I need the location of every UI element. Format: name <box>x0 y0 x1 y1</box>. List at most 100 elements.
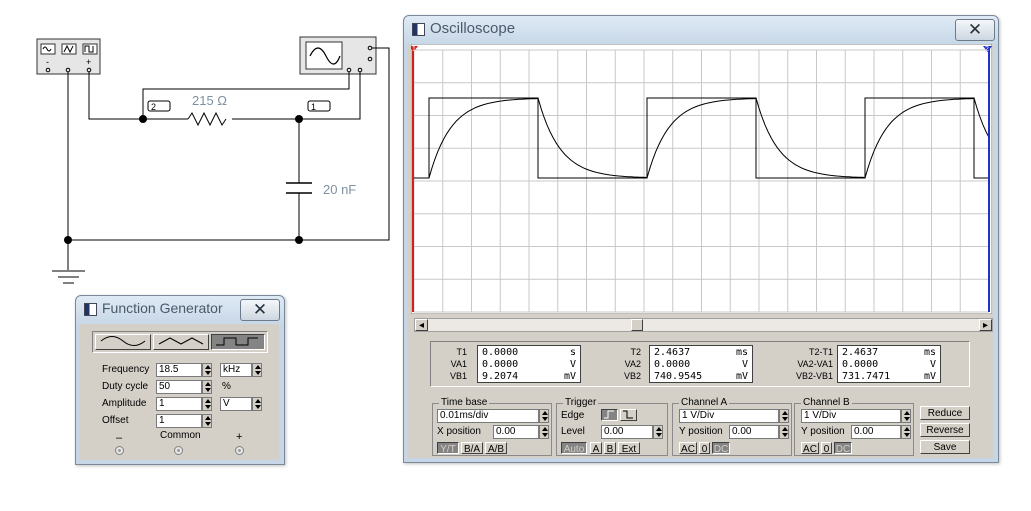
resistor-label: 215 Ω <box>192 93 227 108</box>
channel-a-group: Channel A 1 V/Div Y position 0.00 AC 0 D… <box>672 397 792 456</box>
trigger-group: Trigger Edge Level 0.00 Auto A B Ext <box>556 397 668 456</box>
function-generator-symbol[interactable]: - + <box>36 38 101 75</box>
terminal-minus[interactable] <box>115 446 124 455</box>
channel-a-ac-button[interactable]: AC <box>679 442 697 455</box>
close-icon: ✕ <box>967 20 983 39</box>
channel-a-title: Channel A <box>679 397 730 408</box>
function-generator-title: Function Generator <box>102 300 223 316</box>
channel-b-ypos-spinner[interactable] <box>901 425 911 439</box>
frequency-unit-field[interactable]: kHz <box>220 363 252 377</box>
node-1-label: 1 <box>311 102 316 112</box>
channel-a-scale-spinner[interactable] <box>779 409 789 423</box>
channel-a-scale-field[interactable]: 1 V/Div <box>679 409 779 423</box>
channel-a-dc-button[interactable]: DC <box>712 442 730 455</box>
amplitude-field[interactable]: 1 <box>156 397 202 411</box>
junction-dots <box>64 115 303 244</box>
terminal-plus-label: + <box>236 431 243 443</box>
close-button[interactable]: ✕ <box>240 299 280 321</box>
scroll-left-button[interactable]: ◂ <box>415 319 428 331</box>
duty-cycle-unit: % <box>222 381 231 392</box>
xposition-spinner[interactable] <box>539 425 549 439</box>
save-button[interactable]: Save <box>920 440 970 454</box>
scope-screen[interactable]: 1 2 <box>411 44 992 314</box>
offset-field[interactable]: 1 <box>156 414 202 428</box>
edge-falling-button[interactable] <box>620 409 637 421</box>
channel-a-ground-button[interactable]: 0 <box>699 442 710 455</box>
duty-cycle-field[interactable]: 50 <box>156 380 202 394</box>
frequency-field[interactable]: 18.5 <box>156 363 202 377</box>
channel-b-ypos-field[interactable]: 0.00 <box>851 425 901 439</box>
difference-readout: 2.4637 ms 0.0000 V 731.7471 mV <box>837 345 941 383</box>
trigger-level-spinner[interactable] <box>653 425 663 439</box>
trigger-a-button[interactable]: A <box>590 442 602 455</box>
cursor-1-label: 1 <box>412 46 416 53</box>
offset-label: Offset <box>102 415 129 426</box>
channel-b-scale-field[interactable]: 1 V/Div <box>801 409 901 423</box>
terminal-common-label: Common <box>160 430 201 441</box>
amplitude-unit-spinner[interactable] <box>252 397 262 411</box>
mode-yt-button[interactable]: Y/T <box>437 442 459 455</box>
reduce-button[interactable]: Reduce <box>920 406 970 420</box>
channel-a-ypos-field[interactable]: 0.00 <box>729 425 779 439</box>
oscilloscope-titlebar[interactable]: Oscilloscope ✕ <box>404 16 998 42</box>
channel-b-ground-button[interactable]: 0 <box>821 442 832 455</box>
reverse-button[interactable]: Reverse <box>920 423 970 437</box>
capacitor-symbol <box>286 182 312 194</box>
function-generator-window: Function Generator ✕ Frequency 18.5 kHz … <box>75 295 285 465</box>
channel-b-dc-button[interactable]: DC <box>834 442 852 455</box>
capacitor-label: 20 nF <box>323 182 356 197</box>
sine-wave-button[interactable] <box>95 334 151 350</box>
scroll-right-button[interactable]: ▸ <box>979 319 992 331</box>
function-generator-panel: Frequency 18.5 kHz Duty cycle 50 % Ampli… <box>80 324 279 460</box>
frequency-label: Frequency <box>102 364 150 375</box>
trigger-ext-button[interactable]: Ext <box>618 442 640 455</box>
timebase-scale-spinner[interactable] <box>539 409 549 423</box>
ground-icon <box>52 270 85 284</box>
trigger-title: Trigger <box>563 397 599 408</box>
channel-b-scale-spinner[interactable] <box>901 409 911 423</box>
channel-a-ypos-label: Y position <box>679 426 723 437</box>
window-icon <box>412 23 425 36</box>
scroll-thumb[interactable] <box>631 319 643 331</box>
edge-rising-button[interactable] <box>601 409 618 421</box>
arrow-right-icon: ▸ <box>982 320 989 331</box>
frequency-spinner[interactable] <box>202 363 212 377</box>
measure-c2-labels: T2 VA2 VB2 <box>623 347 641 381</box>
close-icon: ✕ <box>252 300 268 319</box>
function-generator-titlebar[interactable]: Function Generator ✕ <box>76 296 284 322</box>
timebase-title: Time base <box>439 397 490 408</box>
amplitude-unit-field[interactable]: V <box>220 397 252 411</box>
time-scrollbar[interactable]: ◂ ▸ <box>414 318 993 332</box>
level-label: Level <box>561 426 585 437</box>
channel-b-ac-button[interactable]: AC <box>801 442 819 455</box>
triangle-wave-button[interactable] <box>153 334 209 350</box>
trigger-level-field[interactable]: 0.00 <box>601 425 653 439</box>
terminal-plus[interactable] <box>235 446 244 455</box>
terminal-common[interactable] <box>174 446 183 455</box>
arrow-left-icon: ◂ <box>418 320 425 331</box>
close-button[interactable]: ✕ <box>955 19 995 41</box>
mode-ba-button[interactable]: B/A <box>461 442 483 455</box>
node-2-label: 2 <box>151 102 156 112</box>
oscilloscope-symbol[interactable] <box>299 36 377 75</box>
amplitude-spinner[interactable] <box>202 397 212 411</box>
trigger-b-button[interactable]: B <box>604 442 616 455</box>
square-wave-icon <box>216 337 258 346</box>
trigger-auto-button[interactable]: Auto <box>561 442 587 455</box>
oscilloscope-window: Oscilloscope ✕ 1 2 ◂ ▸ T1 VA1 VB1 0.0000… <box>403 15 999 463</box>
cursor-2-label: 2 <box>985 46 989 53</box>
mode-ab-button[interactable]: A/B <box>485 442 507 455</box>
frequency-unit-spinner[interactable] <box>252 363 262 377</box>
timebase-scale-field[interactable]: 0.01ms/div <box>437 409 539 423</box>
channel-a-ypos-spinner[interactable] <box>779 425 789 439</box>
sine-wave-icon <box>100 336 146 346</box>
resistor-symbol <box>187 111 227 127</box>
window-icon <box>84 303 97 316</box>
duty-cycle-spinner[interactable] <box>202 380 212 394</box>
square-wave-button[interactable] <box>211 334 265 350</box>
xposition-field[interactable]: 0.00 <box>493 425 539 439</box>
fg-terminal-plus: + <box>86 57 91 67</box>
scope-grid <box>413 49 990 313</box>
offset-spinner[interactable] <box>202 414 212 428</box>
measure-c1-labels: T1 VA1 VB1 <box>449 347 467 381</box>
